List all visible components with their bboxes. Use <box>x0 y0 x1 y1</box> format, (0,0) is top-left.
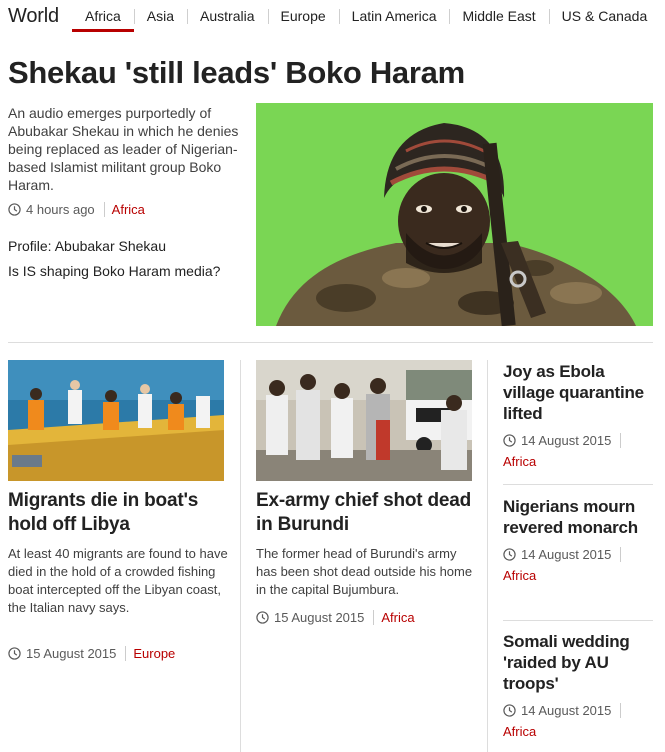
tab-africa[interactable]: Africa <box>72 0 134 33</box>
meta-divider <box>103 202 105 217</box>
migrants-photo <box>8 360 224 481</box>
timestamp: 15 August 2015 <box>26 646 117 661</box>
lead-headline[interactable]: Shekau 'still leads' Boko Haram <box>8 55 465 91</box>
clock-icon <box>8 647 21 660</box>
section-tag-link[interactable]: Africa <box>381 610 414 625</box>
section-title[interactable]: World <box>8 5 59 28</box>
meta-divider <box>620 547 622 562</box>
section-tag-link[interactable]: Africa <box>503 568 536 583</box>
side-story-meta: 14 August 2015 <box>503 703 628 718</box>
section-divider <box>8 342 653 343</box>
meta-divider <box>620 433 622 448</box>
lead-image[interactable] <box>256 103 653 326</box>
card-headline[interactable]: Migrants die in boat's hold off Libya <box>8 489 233 537</box>
subsection-tabs: Africa Asia Australia Europe Latin Ameri… <box>72 0 660 33</box>
tab-asia[interactable]: Asia <box>133 0 187 33</box>
side-divider <box>503 620 653 621</box>
section-tag-link[interactable]: Africa <box>112 202 145 217</box>
card-summary: At least 40 migrants are found to have d… <box>8 546 228 615</box>
lead-meta: 4 hours ago Africa <box>8 202 145 217</box>
clock-icon <box>8 203 21 216</box>
tab-latin-america[interactable]: Latin America <box>338 0 450 33</box>
section-nav: World Africa Asia Australia Europe Latin… <box>0 0 665 33</box>
card-summary: The former head of Burundi's army has be… <box>256 546 473 597</box>
timestamp: 4 hours ago <box>26 202 95 217</box>
side-story-headline[interactable]: Joy as Ebola village quarantine lifted <box>503 361 653 424</box>
clock-icon <box>503 434 516 447</box>
meta-divider <box>125 646 127 661</box>
timestamp: 14 August 2015 <box>521 433 612 448</box>
column-divider <box>240 360 241 752</box>
clock-icon <box>256 611 269 624</box>
meta-divider <box>373 610 375 625</box>
tab-us-canada[interactable]: US & Canada <box>548 0 661 33</box>
card-image-migrants[interactable] <box>8 360 224 481</box>
column-divider <box>487 360 488 752</box>
lead-summary: An audio emerges purportedly of Abubakar… <box>8 105 239 193</box>
section-tag-link[interactable]: Africa <box>503 454 536 469</box>
tab-australia[interactable]: Australia <box>187 0 267 33</box>
clock-icon <box>503 704 516 717</box>
lead-photo <box>256 103 653 326</box>
timestamp: 14 August 2015 <box>521 547 612 562</box>
related-link-media[interactable]: Is IS shaping Boko Haram media? <box>8 263 220 279</box>
timestamp: 14 August 2015 <box>521 703 612 718</box>
section-tag-link[interactable]: Africa <box>503 724 536 739</box>
side-divider <box>503 484 653 485</box>
side-story-meta: 14 August 2015 <box>503 433 628 448</box>
meta-divider <box>620 703 622 718</box>
card-image-burundi[interactable] <box>256 360 472 481</box>
card-meta: 15 August 2015 Europe <box>8 646 175 661</box>
related-link-profile[interactable]: Profile: Abubakar Shekau <box>8 238 166 254</box>
side-story-headline[interactable]: Nigerians mourn revered monarch <box>503 496 653 538</box>
tab-europe[interactable]: Europe <box>267 0 339 33</box>
section-tag-link[interactable]: Europe <box>133 646 175 661</box>
card-meta: 15 August 2015 Africa <box>256 610 415 625</box>
side-story-meta: 14 August 2015 <box>503 547 628 562</box>
burundi-photo <box>256 360 472 481</box>
card-headline[interactable]: Ex-army chief shot dead in Burundi <box>256 489 481 537</box>
timestamp: 15 August 2015 <box>274 610 365 625</box>
clock-icon <box>503 548 516 561</box>
tab-middle-east[interactable]: Middle East <box>449 0 548 33</box>
side-story-headline[interactable]: Somali wedding 'raided by AU troops' <box>503 631 653 694</box>
